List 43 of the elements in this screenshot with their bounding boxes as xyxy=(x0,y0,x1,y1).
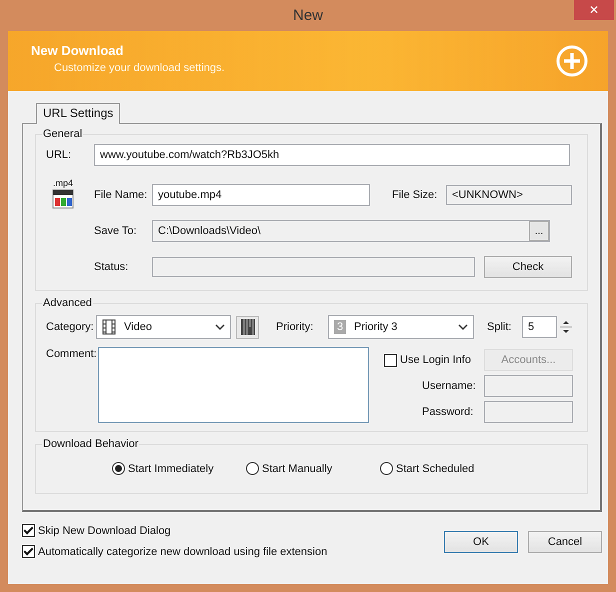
field-label: Priority: xyxy=(276,321,314,333)
split-field[interactable]: 5 xyxy=(522,316,557,338)
check-button[interactable]: Check xyxy=(484,256,572,278)
window-title: New xyxy=(292,7,323,24)
field-label: URL: xyxy=(46,149,72,161)
tab[interactable]: URL Settings xyxy=(36,103,120,124)
checkbox[interactable]: Use Login Info xyxy=(384,354,471,366)
browse-button[interactable]: ... xyxy=(529,221,549,241)
header-title: New Download xyxy=(31,42,124,58)
checkbox[interactable]: Automatically categorize new download using file extension xyxy=(22,545,328,558)
field-label: Username: xyxy=(422,380,476,392)
password-field[interactable] xyxy=(484,401,573,423)
url-field[interactable]: www.youtube.com/watch?Rb3JO5kh xyxy=(94,144,570,166)
cancel-button[interactable]: Cancel xyxy=(528,531,602,553)
group-title: Advanced xyxy=(42,297,93,309)
category-dropdown[interactable]: Video xyxy=(96,315,231,339)
group-title: General xyxy=(42,128,84,140)
checkbox[interactable]: Skip New Download Dialog xyxy=(22,524,328,537)
radio-button[interactable]: Start Manually xyxy=(246,462,380,475)
category-button[interactable] xyxy=(236,316,259,338)
priority-dropdown[interactable]: 3 Priority 3 xyxy=(328,315,474,339)
header-subtitle: Customize your download settings. xyxy=(54,62,225,74)
field-label: Split: xyxy=(487,321,512,333)
add-icon xyxy=(556,45,588,77)
field-label: Save To: xyxy=(94,225,138,237)
file-name-field[interactable]: youtube.mp4 xyxy=(152,184,370,206)
field-label: File Name: xyxy=(94,189,148,201)
field-label: Status: xyxy=(94,261,130,273)
field-label: Category: xyxy=(46,321,95,333)
username-field[interactable] xyxy=(484,375,573,397)
field-label: File Size: xyxy=(392,189,438,201)
field-label: Comment: xyxy=(46,347,98,360)
chevron-down-icon xyxy=(458,324,468,330)
field-label: Password: xyxy=(422,406,474,418)
file-size-field: <UNKNOWN> xyxy=(446,185,572,205)
comment-field[interactable] xyxy=(98,347,369,423)
radio-button[interactable]: Start Scheduled xyxy=(380,462,514,475)
chevron-down-icon xyxy=(215,324,225,330)
close-button[interactable]: ✕ xyxy=(574,0,614,20)
radio-button[interactable]: Start Immediately xyxy=(112,462,246,475)
ok-button[interactable]: OK xyxy=(444,531,518,553)
film-icon xyxy=(102,319,116,335)
group-title: Download Behavior xyxy=(42,438,140,450)
